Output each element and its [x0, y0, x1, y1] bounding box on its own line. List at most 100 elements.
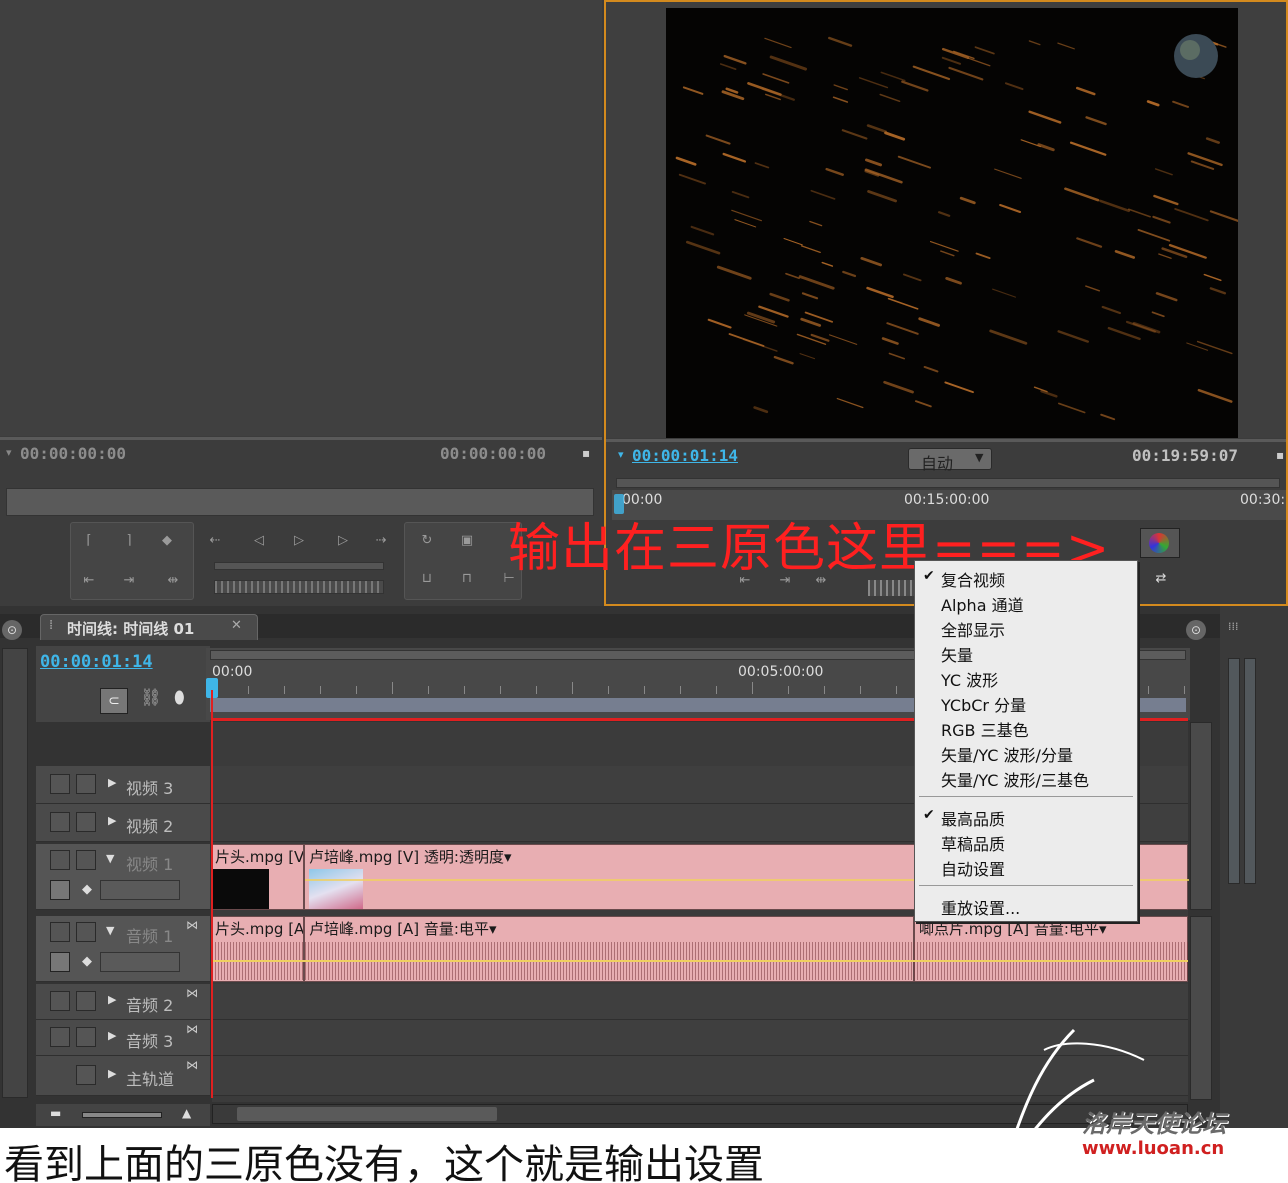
- menu-item[interactable]: 矢量/YC 波形/三基色: [915, 765, 1137, 790]
- output-button[interactable]: [1140, 528, 1180, 558]
- menu-item[interactable]: YCbCr 分量: [915, 690, 1137, 715]
- source-menu-icon[interactable]: ▪: [582, 446, 590, 460]
- h-scroll-thumb[interactable]: [237, 1107, 497, 1121]
- zoom-in-icon[interactable]: ▲: [182, 1106, 191, 1120]
- track-audio2[interactable]: [212, 984, 1188, 1020]
- lock-toggle[interactable]: [76, 922, 96, 942]
- panel-menu-icon-left[interactable]: ⊙: [2, 620, 22, 640]
- program-menu-icon[interactable]: ▪: [1276, 448, 1284, 462]
- source-playhead-icon[interactable]: ▾: [6, 446, 12, 459]
- zoom-select[interactable]: 自动 ▼: [908, 448, 992, 473]
- eye-icon[interactable]: [50, 812, 70, 832]
- ruler-tick: [536, 686, 537, 694]
- next-marker-icon[interactable]: ⇢: [372, 532, 390, 550]
- speaker-icon[interactable]: [50, 1027, 70, 1047]
- track-header-audio2[interactable]: ▶ 音频 2 ⋈: [36, 984, 210, 1020]
- keyframe-icon[interactable]: ◆: [82, 882, 92, 897]
- eye-icon[interactable]: [50, 774, 70, 794]
- loop-icon[interactable]: ↻: [418, 532, 436, 550]
- prev-marker-icon[interactable]: ⇠: [206, 532, 224, 550]
- menu-separator: [919, 796, 1133, 797]
- keyframe-icon[interactable]: ◆: [82, 954, 92, 969]
- lock-toggle[interactable]: [76, 850, 96, 870]
- snap-icon[interactable]: ⊂: [100, 688, 128, 714]
- shuttle-slider[interactable]: [214, 562, 384, 570]
- step-forward-icon[interactable]: ▷: [334, 532, 352, 550]
- goto-in-icon[interactable]: ⇤: [80, 572, 98, 590]
- track-header-master[interactable]: ▶ 主轨道 ⋈: [36, 1056, 210, 1096]
- timeline-zoom-slider[interactable]: ▬ ▲: [36, 1104, 210, 1126]
- goto-out-icon[interactable]: ⇥: [120, 572, 138, 590]
- close-icon[interactable]: ✕: [231, 618, 242, 633]
- program-timecode-current[interactable]: 00:00:01:14: [632, 446, 738, 465]
- track-audio1[interactable]: 片头.mpg [A 卢培峰.mpg [A] 音量:电平▾ 唧点片.mpg [A]…: [212, 916, 1188, 982]
- lock-toggle[interactable]: [76, 1027, 96, 1047]
- expand-icon[interactable]: ▶: [108, 776, 116, 789]
- speaker-icon[interactable]: [50, 922, 70, 942]
- menu-item-label: 矢量/YC 波形/分量: [941, 746, 1073, 765]
- track-header-video3[interactable]: ▶ 视频 3: [36, 766, 210, 804]
- eye-icon[interactable]: [50, 850, 70, 870]
- expand-icon[interactable]: ▶: [108, 993, 116, 1006]
- collapse-icon[interactable]: ▼: [106, 852, 114, 865]
- link-icon[interactable]: ⛓: [140, 688, 162, 708]
- expand-icon[interactable]: ▶: [108, 1029, 116, 1042]
- menu-item[interactable]: 自动设置: [915, 854, 1137, 879]
- insert-icon[interactable]: ⊔: [418, 570, 436, 588]
- play-icon[interactable]: ▷: [290, 532, 308, 550]
- add-marker-icon[interactable]: ⬮: [174, 688, 185, 708]
- menu-item[interactable]: YC 波形: [915, 665, 1137, 690]
- menu-item[interactable]: 矢量: [915, 640, 1137, 665]
- keyframe-nav-icon[interactable]: [100, 880, 180, 900]
- lock-toggle[interactable]: [76, 812, 96, 832]
- menu-item[interactable]: 草稿品质: [915, 829, 1137, 854]
- marker-icon[interactable]: ◆: [158, 532, 176, 550]
- track-header-video2[interactable]: ▶ 视频 2: [36, 804, 210, 842]
- menu-item[interactable]: ✔ 最高品质: [915, 804, 1137, 829]
- track-name-video2: 视频 2: [126, 817, 174, 836]
- zoom-track[interactable]: [82, 1112, 162, 1118]
- audio-tracks-scrollbar[interactable]: [1190, 916, 1212, 1100]
- timeline-timecode[interactable]: 00:00:01:14: [40, 652, 153, 672]
- video-tracks-scrollbar[interactable]: [1190, 722, 1212, 910]
- speaker-icon[interactable]: [50, 991, 70, 1011]
- zoom-out-icon[interactable]: ▬: [50, 1106, 61, 1120]
- program-playhead-icon[interactable]: ▾: [618, 448, 624, 461]
- volume-line[interactable]: [212, 960, 1188, 962]
- overlay-icon[interactable]: ⊓: [458, 570, 476, 588]
- track-header-audio1[interactable]: ▼ 音频 1 ◆ ⋈: [36, 916, 210, 982]
- menu-item[interactable]: 全部显示: [915, 615, 1137, 640]
- expand-icon[interactable]: ▶: [108, 1067, 116, 1080]
- lock-toggle[interactable]: [76, 1065, 96, 1085]
- panel-menu-icon-right[interactable]: ⊙: [1186, 620, 1206, 640]
- menu-item[interactable]: 重放设置...: [915, 893, 1137, 918]
- safe-margins-icon[interactable]: ▣: [458, 532, 476, 550]
- collapse-icon[interactable]: ▼: [106, 924, 114, 937]
- source-scrub-bar[interactable]: [6, 488, 594, 516]
- waveform-toggle-icon[interactable]: [50, 952, 70, 972]
- track-header-video1[interactable]: ▼ 视频 1 ◆: [36, 844, 210, 910]
- mark-in-icon[interactable]: ⌈: [80, 532, 98, 550]
- lock-toggle[interactable]: [76, 991, 96, 1011]
- expand-icon[interactable]: ▶: [108, 814, 116, 827]
- jog-wheel[interactable]: [214, 580, 384, 594]
- mark-out-icon[interactable]: ⌉: [120, 532, 138, 550]
- menu-item[interactable]: ✔ 复合视频: [915, 565, 1137, 590]
- menu-item[interactable]: RGB 三基色: [915, 715, 1137, 740]
- video-clip-1[interactable]: 片头.mpg [V: [212, 844, 304, 910]
- menu-item[interactable]: Alpha 通道: [915, 590, 1137, 615]
- step-back-icon[interactable]: ◁: [250, 532, 268, 550]
- track-header-audio3[interactable]: ▶ 音频 3 ⋈: [36, 1020, 210, 1056]
- program-jog-wheel[interactable]: [868, 580, 916, 596]
- source-timecode-left[interactable]: 00:00:00:00: [20, 444, 126, 463]
- display-style-icon[interactable]: [50, 880, 70, 900]
- lock-toggle[interactable]: [76, 774, 96, 794]
- track-name-audio2: 音频 2: [126, 996, 174, 1015]
- program-zoom-bar[interactable]: [616, 478, 1280, 488]
- play-in-out-icon[interactable]: ⇹: [164, 572, 182, 590]
- timeline-left-scrollbar[interactable]: [2, 648, 28, 1098]
- trim-monitor-icon[interactable]: ⇄: [1152, 570, 1170, 588]
- menu-item[interactable]: 矢量/YC 波形/分量: [915, 740, 1137, 765]
- timeline-tab[interactable]: ⁞ 时间线: 时间线 01 ✕: [40, 614, 258, 640]
- keyframe-nav-icon[interactable]: [100, 952, 180, 972]
